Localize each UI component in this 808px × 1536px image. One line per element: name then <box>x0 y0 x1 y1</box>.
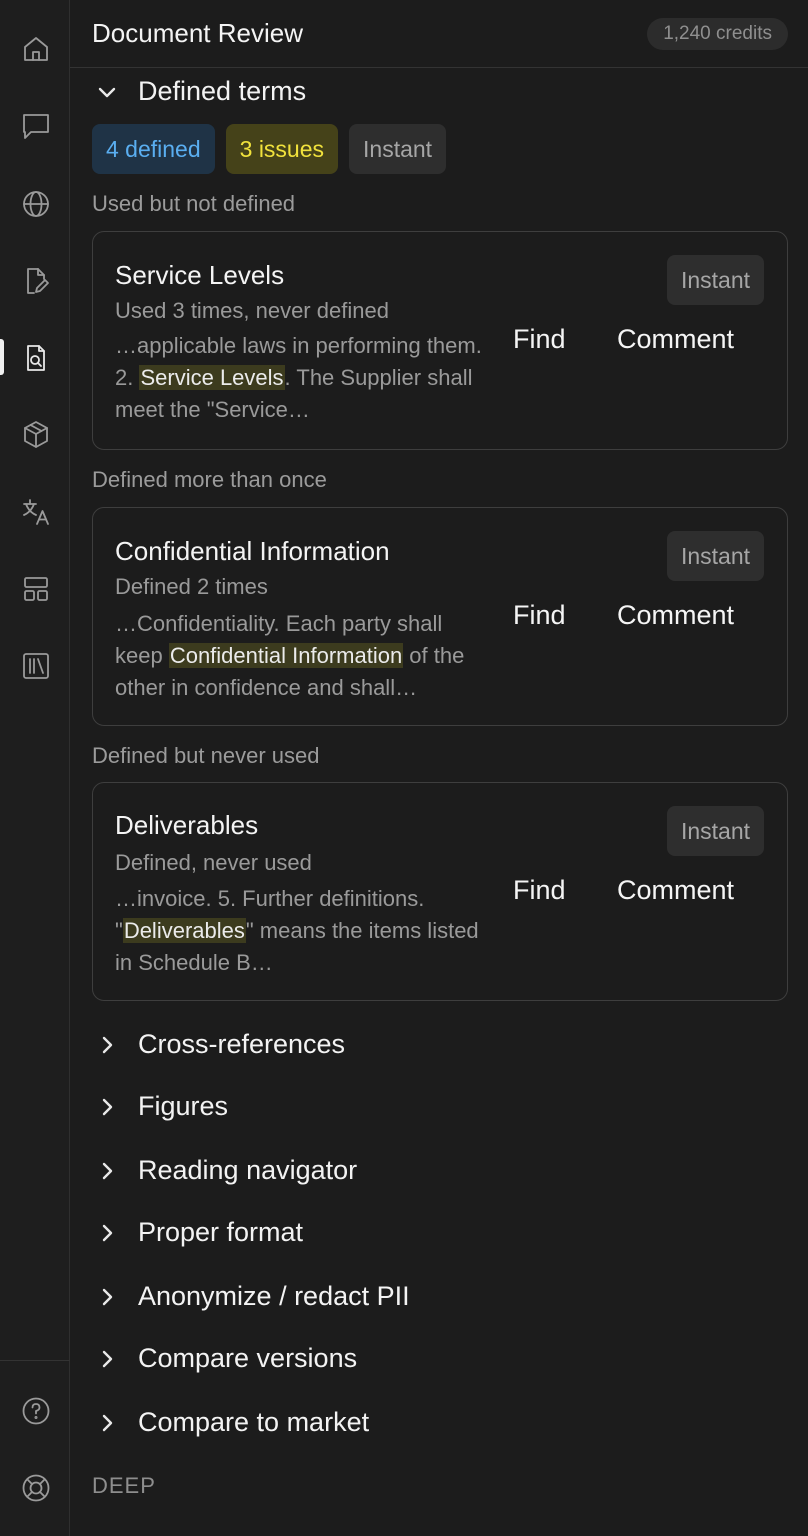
nav-help[interactable] <box>17 1392 55 1430</box>
section-defined-terms[interactable]: Defined terms <box>96 76 306 107</box>
summary-badges: 4 defined 3 issues Instant <box>92 124 447 174</box>
nav-home[interactable] <box>17 30 55 68</box>
find-button[interactable]: Find <box>513 600 566 631</box>
issues-count-badge[interactable]: 3 issues <box>225 124 339 174</box>
section-label: Anonymize / redact PII <box>138 1281 410 1311</box>
help-icon <box>22 1397 50 1425</box>
comment-button[interactable]: Comment <box>617 324 734 355</box>
nav-library[interactable] <box>17 647 55 685</box>
chevron-right-icon <box>96 1034 118 1056</box>
section-proper-format[interactable]: Proper format <box>96 1217 303 1248</box>
group-label: Defined more than once <box>92 467 327 492</box>
term-meta: Used 3 times, never defined <box>115 298 389 323</box>
find-button[interactable]: Find <box>513 875 566 906</box>
mode-tag: Instant <box>666 531 764 581</box>
section-anonymize[interactable]: Anonymize / redact PII <box>96 1281 410 1312</box>
term-highlight: Deliverables <box>122 918 246 943</box>
term-snippet: …applicable laws in performing them. 2. … <box>115 333 482 422</box>
term-highlight: Confidential Information <box>168 643 404 668</box>
term-card: Service Levels Used 3 times, never defin… <box>92 231 788 450</box>
chevron-right-icon <box>96 1412 118 1434</box>
lifebuoy-icon <box>22 1474 50 1502</box>
panel-header: Document Review 1,240 credits <box>70 0 808 68</box>
layout-icon <box>24 577 48 601</box>
section-reading-navigator[interactable]: Reading navigator <box>96 1155 357 1186</box>
section-label: Figures <box>138 1091 229 1121</box>
nav-packages[interactable] <box>17 416 55 454</box>
term-title: Deliverables <box>115 810 259 840</box>
section-compare-versions[interactable]: Compare versions <box>96 1343 357 1374</box>
home-icon <box>24 37 48 61</box>
mode-tag: Instant <box>666 806 764 856</box>
nav-chat[interactable] <box>17 107 55 145</box>
section-label: Proper format <box>138 1217 304 1247</box>
chevron-right-icon <box>96 1286 118 1308</box>
page-title: Document Review <box>92 18 303 48</box>
term-snippet: …invoice. 5. Further definitions. "Deliv… <box>115 886 479 975</box>
chevron-down-icon <box>96 81 118 103</box>
credits-badge: 1,240 credits <box>647 18 788 50</box>
nav-translate[interactable] <box>17 493 55 531</box>
section-compare-to-market[interactable]: Compare to market <box>96 1407 369 1438</box>
term-highlight: Service Levels <box>139 365 285 390</box>
section-label: Defined terms <box>138 76 307 106</box>
nav-templates[interactable] <box>17 570 55 608</box>
sidebar-rail <box>0 0 70 1536</box>
comment-button[interactable]: Comment <box>617 600 734 631</box>
nav-web[interactable] <box>17 185 55 223</box>
library-icon <box>23 653 49 679</box>
term-card: Confidential Information Defined 2 times… <box>92 507 788 726</box>
nav-review[interactable] <box>17 339 55 377</box>
term-title: Confidential Information <box>115 536 390 566</box>
rail-divider <box>0 1360 70 1361</box>
section-label: Cross-references <box>138 1029 346 1059</box>
nav-support[interactable] <box>17 1469 55 1507</box>
term-title: Service Levels <box>115 260 285 290</box>
mode-badge: Instant <box>349 124 447 174</box>
defined-count-badge[interactable]: 4 defined <box>92 124 215 174</box>
section-figures[interactable]: Figures <box>96 1091 228 1122</box>
section-label: Reading navigator <box>138 1155 358 1185</box>
term-meta: Defined, never used <box>115 850 312 875</box>
globe-icon <box>23 191 49 217</box>
group-label: Used but not defined <box>92 191 296 216</box>
chevron-right-icon <box>96 1222 118 1244</box>
active-indicator <box>0 339 4 375</box>
chevron-right-icon <box>96 1096 118 1118</box>
translate-icon <box>23 499 49 525</box>
section-label: Compare versions <box>138 1343 358 1373</box>
chat-icon <box>23 114 49 139</box>
comment-button[interactable]: Comment <box>617 875 734 906</box>
nav-draft[interactable] <box>17 262 55 300</box>
term-card: Deliverables Defined, never used …invoic… <box>92 782 788 1001</box>
chevron-right-icon <box>96 1348 118 1370</box>
group-label: Defined but never used <box>92 743 320 768</box>
find-button[interactable]: Find <box>513 324 566 355</box>
document-edit-icon <box>27 268 49 294</box>
mode-tag: Instant <box>666 255 764 305</box>
term-meta: Defined 2 times <box>115 574 268 599</box>
section-cross-references[interactable]: Cross-references <box>96 1029 345 1060</box>
chevron-right-icon <box>96 1160 118 1182</box>
term-snippet: …Confidentiality. Each party shall keep … <box>115 611 465 700</box>
deep-group-label: DEEP <box>92 1473 156 1498</box>
cube-icon <box>24 421 48 448</box>
document-search-icon <box>27 345 45 371</box>
section-label: Compare to market <box>138 1407 370 1437</box>
